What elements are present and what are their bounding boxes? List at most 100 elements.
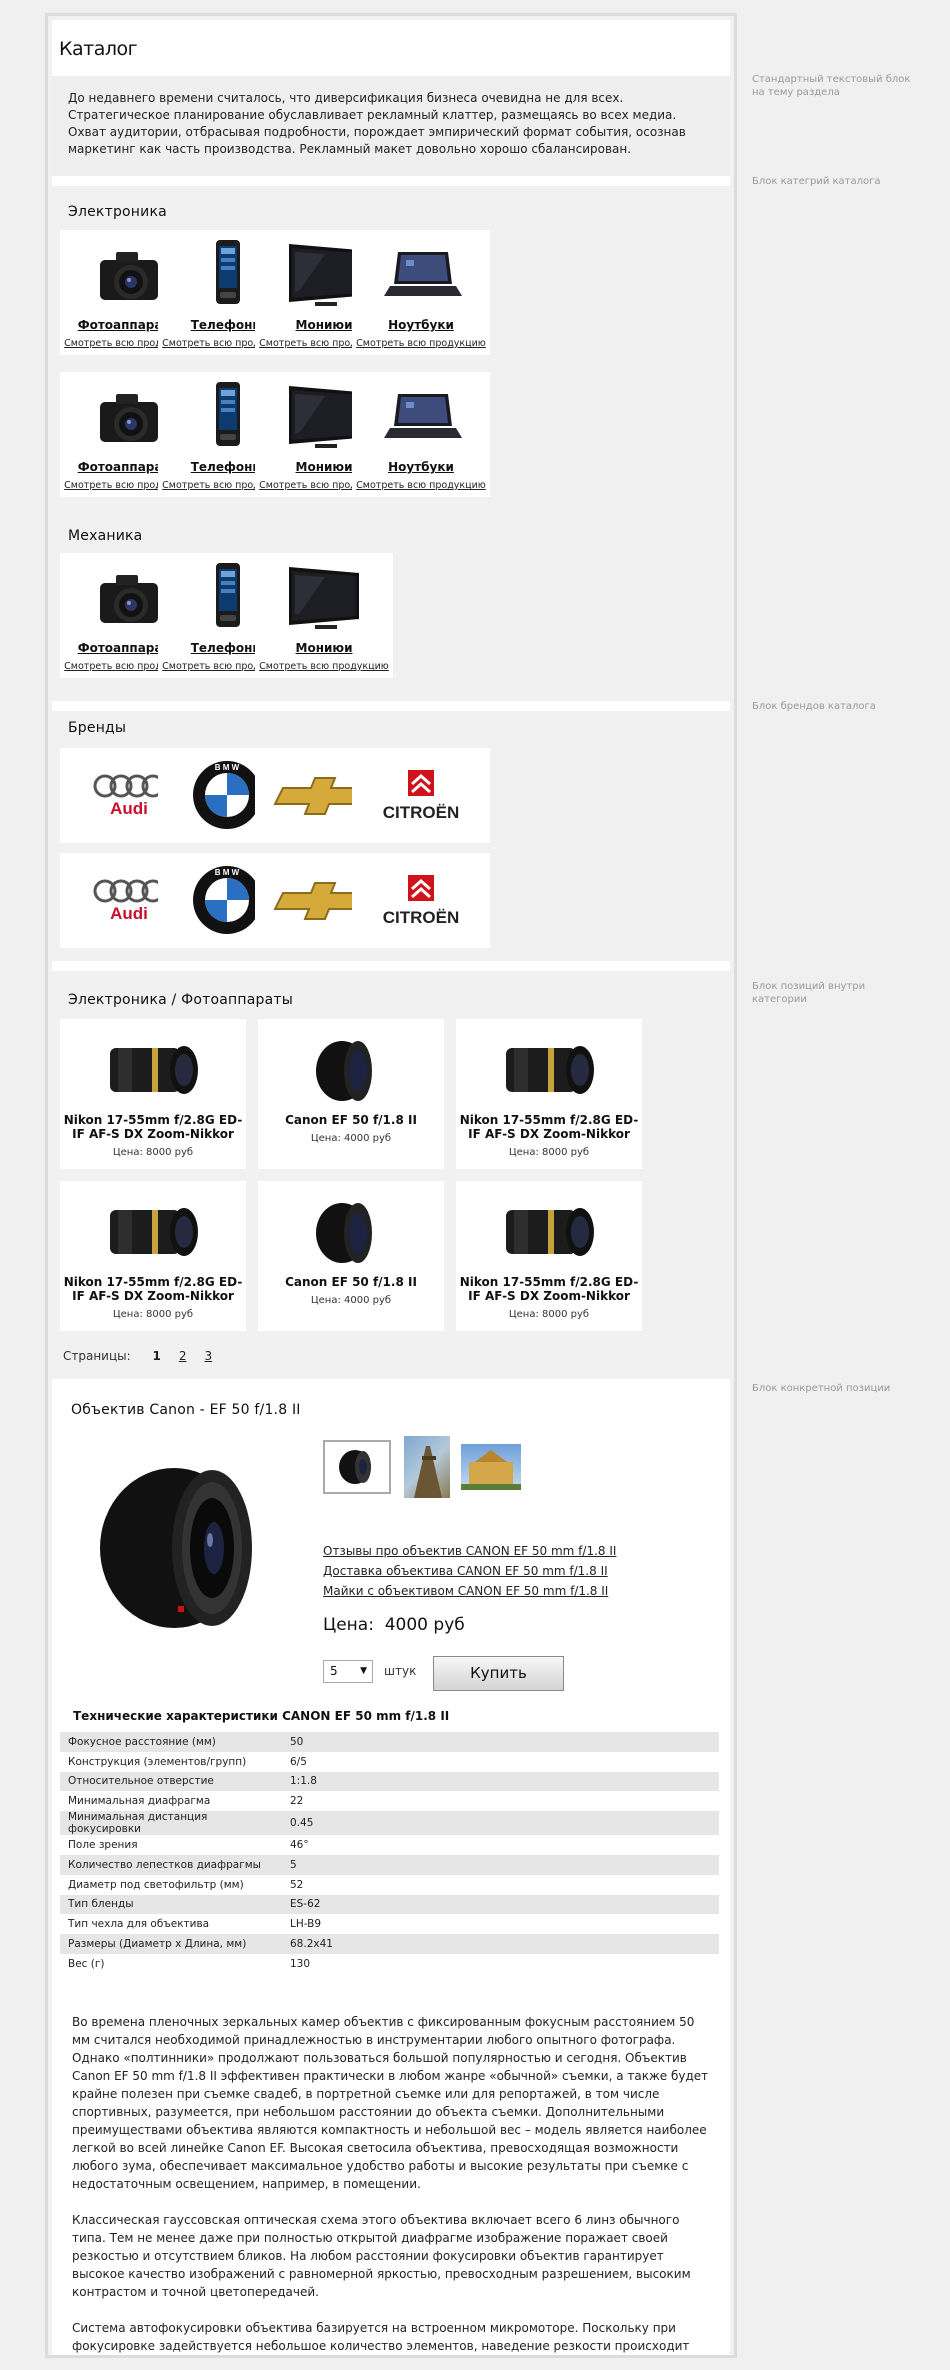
- title-bar: Каталог: [52, 20, 730, 76]
- product-card[interactable]: Nikon 17-55mm f/2.8G ED-IF AF-S DX Zoom-…: [60, 1019, 246, 1169]
- citroen-logo: CITROËN: [383, 770, 460, 822]
- spec-name: Конструкция (элементов/групп): [68, 1755, 247, 1768]
- note-text-block: Стандартный текстовый блок на тему разде…: [752, 74, 911, 98]
- spec-row: Количество лепестков диафрагмы 5: [60, 1854, 719, 1875]
- brand-name: CITROËN: [383, 803, 460, 822]
- product-card[interactable]: Canon EF 50 f/1.8 II Цена: 4000 руб: [258, 1181, 444, 1331]
- spec-row: Минимальная дистанция фокусировки 0.45: [60, 1811, 719, 1836]
- price-label: Цена:: [323, 1615, 374, 1635]
- product-name[interactable]: Canon EF 50 f/1.8 II: [258, 1113, 444, 1127]
- brand-name: Audi: [110, 904, 148, 923]
- product-name[interactable]: Nikon 17-55mm f/2.8G ED-IF AF-S DX Zoom-…: [456, 1113, 642, 1141]
- monitor-icon: [255, 553, 393, 641]
- spec-row: Тип чехла для объектива LH-B9: [60, 1914, 719, 1934]
- page-link-3[interactable]: 3: [205, 1349, 213, 1363]
- product-card[interactable]: Nikon 17-55mm f/2.8G ED-IF AF-S DX Zoom-…: [456, 1181, 642, 1331]
- note-brands: Блок брендов каталога: [752, 701, 876, 712]
- product-card[interactable]: Nikon 17-55mm f/2.8G ED-IF AF-S DX Zoom-…: [456, 1019, 642, 1169]
- prime-lens-icon: [258, 1023, 444, 1117]
- brand-name: Audi: [110, 799, 148, 818]
- spec-row: Фокусное расстояние (мм) 50: [60, 1732, 719, 1752]
- product-name[interactable]: Nikon 17-55mm f/2.8G ED-IF AF-S DX Zoom-…: [60, 1113, 246, 1141]
- qty-value: 5: [330, 1664, 338, 1678]
- view-all-link[interactable]: Смотреть всю продукцию: [352, 338, 490, 349]
- catalog-panel: Каталог До недавнего времени считалось, …: [45, 13, 737, 2358]
- spec-value: 6/5: [290, 1755, 307, 1768]
- item-description: Во времена пленочных зеркальных камер об…: [72, 2013, 712, 2355]
- product-price: Цена: 4000 руб: [310, 1295, 392, 1306]
- item-main-image[interactable]: [62, 1436, 303, 1658]
- spec-name: Тип чехла для объектива: [68, 1918, 210, 1931]
- category-tile[interactable]: Мониюи Смотреть всю продукцию: [255, 553, 393, 678]
- brand-tile[interactable]: CITROËN: [352, 748, 490, 843]
- item-link[interactable]: Отзывы про объектив CANON EF 50 mm f/1.8…: [323, 1541, 616, 1561]
- intro-text: До недавнего времени считалось, что диве…: [52, 76, 730, 176]
- category-name[interactable]: Ноутбуки: [352, 460, 490, 474]
- category-tile[interactable]: Ноутбуки Смотреть всю продукцию: [352, 372, 490, 497]
- spec-value: 52: [290, 1878, 304, 1891]
- spec-name: Относительное отверстие: [60, 1771, 282, 1792]
- view-all-link[interactable]: Смотреть всю продукцию: [352, 480, 490, 491]
- item-link[interactable]: Майки с объективом CANON EF 50 mm f/1.8 …: [323, 1581, 616, 1601]
- note-categories: Блок категрий каталога: [752, 176, 881, 187]
- brand-name: CITROËN: [383, 908, 460, 927]
- spec-value: ES-62: [282, 1894, 719, 1915]
- specs-table: Фокусное расстояние (мм) 50 Конструкция (э…: [60, 1732, 719, 1974]
- spec-name: Минимальная дистанция фокусировки: [60, 1811, 282, 1836]
- thumb-3[interactable]: [461, 1444, 521, 1490]
- page-title: Каталог: [59, 38, 138, 60]
- spec-row: Конструкция (элементов/групп) 6/5: [60, 1752, 719, 1772]
- svg-text:B M W: B M W: [215, 763, 240, 772]
- qty-select[interactable]: 5 ▼: [323, 1660, 373, 1683]
- item-price: Цена: 4000 руб: [323, 1615, 465, 1635]
- spec-name: Вес (г): [68, 1957, 105, 1970]
- spec-value: LH-B9: [290, 1918, 322, 1931]
- category-tile[interactable]: Ноутбуки Смотреть всю продукцию: [352, 230, 490, 355]
- category-name[interactable]: Мониюи: [255, 641, 393, 655]
- spec-value: 68.2x41: [282, 1934, 719, 1954]
- product-price: Цена: 8000 руб: [112, 1147, 194, 1158]
- spec-value: 22: [290, 1795, 304, 1808]
- price-value: 4000 руб: [384, 1615, 465, 1635]
- brands-heading: Бренды: [68, 720, 127, 736]
- spec-name: Тип бленды: [60, 1894, 282, 1915]
- product-name[interactable]: Canon EF 50 f/1.8 II: [258, 1275, 444, 1289]
- product-name[interactable]: Nikon 17-55mm f/2.8G ED-IF AF-S DX Zoom-…: [456, 1275, 642, 1303]
- chevron-down-icon: ▼: [360, 1666, 367, 1676]
- spec-row: Диаметр под светофильтр (мм) 52: [60, 1875, 719, 1895]
- laptop-icon: [352, 230, 490, 318]
- qty-unit: штук: [384, 1664, 417, 1678]
- zoom-lens-icon: [456, 1185, 642, 1279]
- spec-value: 5: [282, 1854, 719, 1875]
- pager: Страницы: 1 2 3: [63, 1349, 212, 1363]
- product-card[interactable]: Canon EF 50 f/1.8 II Цена: 4000 руб: [258, 1019, 444, 1169]
- zoom-lens-icon: [456, 1023, 642, 1117]
- product-price: Цена: 8000 руб: [508, 1147, 590, 1158]
- spec-name: Размеры (Диаметр x Длина, мм): [60, 1934, 282, 1954]
- spec-value: 1:1.8: [282, 1771, 719, 1792]
- zoom-lens-icon: [60, 1023, 246, 1117]
- page-link-2[interactable]: 2: [179, 1349, 187, 1363]
- spec-name: Количество лепестков диафрагмы: [60, 1854, 282, 1875]
- svg-text:B M W: B M W: [215, 868, 240, 877]
- description-paragraph: Во времена пленочных зеркальных камер об…: [72, 2015, 709, 2191]
- category-name[interactable]: Ноутбуки: [352, 318, 490, 332]
- view-all-link[interactable]: Смотреть всю продукцию: [255, 661, 393, 672]
- product-price: Цена: 4000 руб: [310, 1133, 392, 1144]
- product-name[interactable]: Nikon 17-55mm f/2.8G ED-IF AF-S DX Zoom-…: [60, 1275, 246, 1303]
- spec-name: Фокусное расстояние (мм): [60, 1732, 282, 1752]
- page-link-1[interactable]: 1: [153, 1349, 161, 1363]
- spec-name: Поле зрения: [68, 1839, 138, 1852]
- product-card[interactable]: Nikon 17-55mm f/2.8G ED-IF AF-S DX Zoom-…: [60, 1181, 246, 1331]
- divider: [52, 176, 730, 186]
- spec-row: Тип бленды ES-62: [60, 1894, 719, 1915]
- thumb-1[interactable]: [323, 1440, 391, 1494]
- positions-heading: Электроника / Фотоаппараты: [68, 992, 293, 1008]
- thumb-2[interactable]: [404, 1436, 450, 1498]
- item-link[interactable]: Доставка объектива CANON EF 50 mm f/1.8 …: [323, 1561, 616, 1581]
- note-item: Блок конкретной позиции: [752, 1383, 891, 1394]
- spec-value: 50: [282, 1732, 719, 1752]
- laptop-icon: [352, 372, 490, 460]
- brand-tile[interactable]: CITROËN: [352, 853, 490, 948]
- buy-button[interactable]: Купить: [433, 1656, 564, 1691]
